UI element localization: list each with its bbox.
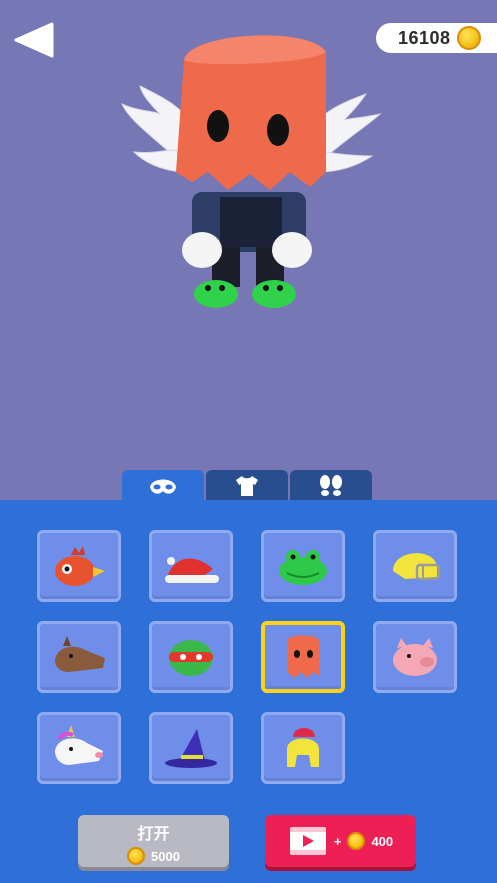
watch-video-button[interactable]: + 400 [265,815,416,867]
item-unicorn-mask[interactable] [37,712,121,784]
item-bird-hat[interactable] [37,530,121,602]
open-cost-value: 5000 [151,848,180,864]
ghost-costume-icon [287,635,319,678]
wizard-hat-icon [165,729,217,768]
item-turtle-mask[interactable] [149,621,233,693]
item-football-helmet[interactable] [373,530,457,602]
character-preview-area: 16108 [0,0,497,500]
category-tabs [122,470,372,501]
item-pig-mask[interactable] [373,621,457,693]
shirt-icon [236,475,258,496]
item-panel [0,500,497,883]
video-plus: + [333,833,342,849]
back-arrow-icon [14,22,54,58]
frog-hat-icon [279,550,327,585]
tab-hats[interactable] [122,470,204,501]
turtle-mask-icon [169,640,213,676]
item-ghost-costume[interactable] [261,621,345,693]
open-button-cost: 5000 [78,847,229,865]
coin-icon [456,26,481,50]
football-helmet-icon [393,553,441,581]
item-horse-mask[interactable] [37,621,121,693]
santa-hat-icon [165,557,219,583]
horse-mask-icon [55,636,105,672]
item-spartan-helmet[interactable] [261,712,345,784]
item-frog-hat[interactable] [261,530,345,602]
coin-icon [127,847,146,865]
item-santa-hat[interactable] [149,530,233,602]
pig-mask-icon [393,638,437,676]
tab-shoes[interactable] [290,470,372,501]
open-button-label: 打开 [137,826,170,843]
video-reward-value: 400 [371,833,394,849]
coin-icon [347,832,366,850]
character-model [121,35,382,308]
back-button[interactable] [12,20,56,60]
coin-balance: 16108 [376,23,497,53]
footprints-icon [320,474,342,496]
unicorn-mask-icon [55,725,103,765]
item-wizard-hat[interactable] [149,712,233,784]
tab-clothes[interactable] [206,470,288,501]
spartan-helmet-icon [287,728,319,767]
video-icon [289,827,326,855]
coin-amount: 16108 [398,27,451,48]
open-button[interactable]: 打开 5000 [78,815,229,867]
bird-hat-icon [55,546,105,586]
mask-icon [150,479,176,494]
